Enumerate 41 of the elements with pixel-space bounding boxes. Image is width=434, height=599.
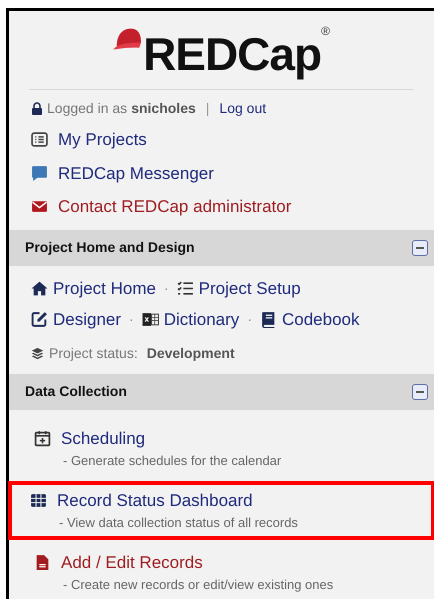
registered-mark: ® xyxy=(321,25,330,37)
section-title: Project Home and Design xyxy=(25,238,195,257)
nav-link[interactable]: Dictionary xyxy=(142,307,240,332)
table-grid-icon xyxy=(30,492,47,509)
nav-link[interactable]: Project Setup xyxy=(176,276,301,301)
separator-dot: · xyxy=(246,310,253,330)
book-icon xyxy=(260,311,277,328)
tool-link[interactable]: Add / Edit Records xyxy=(34,550,431,575)
login-label: Logged in as xyxy=(47,99,128,118)
collapse-button[interactable] xyxy=(412,240,428,256)
tool-link[interactable]: Scheduling xyxy=(34,426,431,451)
nav-link[interactable]: Contact REDCap administrator xyxy=(31,194,434,220)
edit-icon xyxy=(31,311,48,328)
collapse-button[interactable] xyxy=(412,384,428,400)
logout-link[interactable]: Log out xyxy=(219,98,266,119)
chat-bubble-icon xyxy=(31,164,48,182)
list-icon xyxy=(31,131,48,148)
separator: | xyxy=(204,99,210,118)
nav-link[interactable]: My Projects xyxy=(31,127,434,152)
status-label: Project status: xyxy=(49,344,138,363)
logo-text: REDCap xyxy=(143,28,322,77)
separator-dot: · xyxy=(162,278,170,298)
nav-link[interactable]: Designer xyxy=(31,307,122,332)
lock-icon xyxy=(31,102,43,115)
tool-description: - View data collection status of all records xyxy=(58,514,299,532)
checklist-icon xyxy=(176,280,194,297)
tool-description: - Create new records or edit/view existing ones xyxy=(62,576,334,594)
document-icon xyxy=(34,554,51,571)
nav-link[interactable]: Project Home xyxy=(31,276,156,301)
nav-link[interactable]: REDCap Messenger xyxy=(31,160,434,186)
layers-icon xyxy=(31,346,44,360)
home-icon xyxy=(31,280,48,297)
tool-description: - Generate schedules for the calendar xyxy=(62,452,282,470)
calendar-plus-icon xyxy=(34,430,51,447)
tool-link[interactable]: Record Status Dashboard xyxy=(30,488,431,513)
section-title: Data Collection xyxy=(25,382,127,401)
separator-dot: · xyxy=(128,310,135,330)
nav-link[interactable]: Codebook xyxy=(260,307,360,332)
username: snicholes xyxy=(131,99,196,118)
spreadsheet-icon xyxy=(142,311,159,328)
status-value: Development xyxy=(146,344,235,363)
